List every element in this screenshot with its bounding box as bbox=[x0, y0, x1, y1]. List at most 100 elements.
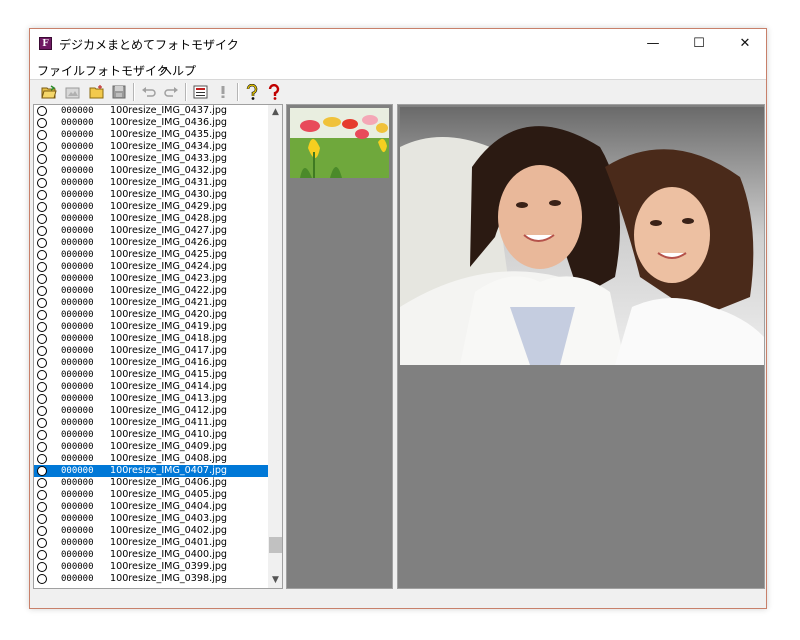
list-item[interactable]: 000000 100resize_IMG_0408.jpg bbox=[34, 453, 282, 465]
list-item[interactable]: 000000 100resize_IMG_0410.jpg bbox=[34, 429, 282, 441]
list-item[interactable]: 000000 100resize_IMG_0405.jpg bbox=[34, 489, 282, 501]
list-item[interactable]: 000000 100resize_IMG_0431.jpg bbox=[34, 177, 282, 189]
menu-file[interactable]: ファイル bbox=[37, 62, 85, 79]
radio-icon[interactable] bbox=[37, 130, 47, 140]
list-item[interactable]: 000000 100resize_IMG_0422.jpg bbox=[34, 285, 282, 297]
new-folder-icon[interactable] bbox=[88, 83, 106, 101]
radio-icon[interactable] bbox=[37, 466, 47, 476]
radio-icon[interactable] bbox=[37, 226, 47, 236]
list-item[interactable]: 000000 100resize_IMG_0425.jpg bbox=[34, 249, 282, 261]
list-item[interactable]: 000000 100resize_IMG_0424.jpg bbox=[34, 261, 282, 273]
radio-icon[interactable] bbox=[37, 406, 47, 416]
radio-icon[interactable] bbox=[37, 382, 47, 392]
list-item[interactable]: 000000 100resize_IMG_0421.jpg bbox=[34, 297, 282, 309]
list-item[interactable]: 000000 100resize_IMG_0403.jpg bbox=[34, 513, 282, 525]
radio-icon[interactable] bbox=[37, 442, 47, 452]
radio-icon[interactable] bbox=[37, 346, 47, 356]
list-item[interactable]: 000000 100resize_IMG_0412.jpg bbox=[34, 405, 282, 417]
preview-panel[interactable] bbox=[397, 104, 765, 589]
list-item[interactable]: 000000 100resize_IMG_0419.jpg bbox=[34, 321, 282, 333]
radio-icon[interactable] bbox=[37, 430, 47, 440]
list-item[interactable]: 000000 100resize_IMG_0401.jpg bbox=[34, 537, 282, 549]
list-item[interactable]: 000000 100resize_IMG_0413.jpg bbox=[34, 393, 282, 405]
list-item[interactable]: 000000 100resize_IMG_0400.jpg bbox=[34, 549, 282, 561]
radio-icon[interactable] bbox=[37, 502, 47, 512]
radio-icon[interactable] bbox=[37, 298, 47, 308]
radio-icon[interactable] bbox=[37, 370, 47, 380]
list-item[interactable]: 000000 100resize_IMG_0399.jpg bbox=[34, 561, 282, 573]
app-icon[interactable]: F bbox=[39, 37, 52, 50]
radio-icon[interactable] bbox=[37, 274, 47, 284]
tulip-thumbnail[interactable] bbox=[290, 108, 389, 178]
radio-icon[interactable] bbox=[37, 310, 47, 320]
list-item[interactable]: 000000 100resize_IMG_0423.jpg bbox=[34, 273, 282, 285]
radio-icon[interactable] bbox=[37, 574, 47, 584]
radio-icon[interactable] bbox=[37, 190, 47, 200]
radio-icon[interactable] bbox=[37, 562, 47, 572]
radio-icon[interactable] bbox=[37, 166, 47, 176]
open-image-icon[interactable] bbox=[64, 83, 82, 101]
open-folder-icon[interactable] bbox=[40, 83, 58, 101]
list-item[interactable]: 000000 100resize_IMG_0415.jpg bbox=[34, 369, 282, 381]
radio-icon[interactable] bbox=[37, 454, 47, 464]
help-icon[interactable] bbox=[243, 83, 261, 101]
list-item[interactable]: 000000 100resize_IMG_0435.jpg bbox=[34, 129, 282, 141]
radio-icon[interactable] bbox=[37, 334, 47, 344]
list-item[interactable]: 000000 100resize_IMG_0407.jpg bbox=[34, 465, 282, 477]
radio-icon[interactable] bbox=[37, 262, 47, 272]
list-icon[interactable] bbox=[192, 83, 210, 101]
menu-photomosaic[interactable]: フォトモザイク bbox=[85, 62, 169, 79]
list-item[interactable]: 000000 100resize_IMG_0429.jpg bbox=[34, 201, 282, 213]
list-item[interactable]: 000000 100resize_IMG_0426.jpg bbox=[34, 237, 282, 249]
radio-icon[interactable] bbox=[37, 238, 47, 248]
list-item[interactable]: 000000 100resize_IMG_0434.jpg bbox=[34, 141, 282, 153]
list-item[interactable]: 000000 100resize_IMG_0417.jpg bbox=[34, 345, 282, 357]
context-help-icon[interactable] bbox=[265, 83, 283, 101]
list-item[interactable]: 000000 100resize_IMG_0404.jpg bbox=[34, 501, 282, 513]
radio-icon[interactable] bbox=[37, 538, 47, 548]
title-bar[interactable]: F デジカメまとめてフォトモザイク — ☐ ✕ bbox=[30, 29, 766, 59]
scroll-up-icon[interactable]: ▲ bbox=[268, 105, 282, 120]
vertical-scrollbar[interactable]: ▲ ▼ bbox=[268, 105, 282, 588]
radio-icon[interactable] bbox=[37, 142, 47, 152]
list-item[interactable]: 000000 100resize_IMG_0437.jpg bbox=[34, 105, 282, 117]
list-item[interactable]: 000000 100resize_IMG_0416.jpg bbox=[34, 357, 282, 369]
list-item[interactable]: 000000 100resize_IMG_0414.jpg bbox=[34, 381, 282, 393]
list-item[interactable]: 000000 100resize_IMG_0411.jpg bbox=[34, 417, 282, 429]
radio-icon[interactable] bbox=[37, 250, 47, 260]
list-item[interactable]: 000000 100resize_IMG_0418.jpg bbox=[34, 333, 282, 345]
radio-icon[interactable] bbox=[37, 478, 47, 488]
radio-icon[interactable] bbox=[37, 106, 47, 116]
thumbnail-panel[interactable] bbox=[286, 104, 393, 589]
radio-icon[interactable] bbox=[37, 202, 47, 212]
maximize-button[interactable]: ☐ bbox=[676, 29, 722, 59]
list-item[interactable]: 000000 100resize_IMG_0427.jpg bbox=[34, 225, 282, 237]
radio-icon[interactable] bbox=[37, 550, 47, 560]
close-button[interactable]: ✕ bbox=[722, 29, 768, 59]
exclamation-icon[interactable] bbox=[214, 83, 232, 101]
list-item[interactable]: 000000 100resize_IMG_0436.jpg bbox=[34, 117, 282, 129]
radio-icon[interactable] bbox=[37, 526, 47, 536]
list-item[interactable]: 000000 100resize_IMG_0398.jpg bbox=[34, 573, 282, 585]
list-item[interactable]: 000000 100resize_IMG_0402.jpg bbox=[34, 525, 282, 537]
list-item[interactable]: 000000 100resize_IMG_0406.jpg bbox=[34, 477, 282, 489]
radio-icon[interactable] bbox=[37, 490, 47, 500]
radio-icon[interactable] bbox=[37, 358, 47, 368]
radio-icon[interactable] bbox=[37, 154, 47, 164]
menu-help[interactable]: ヘルプ bbox=[160, 62, 196, 79]
radio-icon[interactable] bbox=[37, 214, 47, 224]
undo-icon[interactable] bbox=[140, 83, 158, 101]
list-item[interactable]: 000000 100resize_IMG_0430.jpg bbox=[34, 189, 282, 201]
radio-icon[interactable] bbox=[37, 178, 47, 188]
radio-icon[interactable] bbox=[37, 322, 47, 332]
scroll-thumb[interactable] bbox=[269, 537, 282, 553]
radio-icon[interactable] bbox=[37, 418, 47, 428]
radio-icon[interactable] bbox=[37, 394, 47, 404]
list-item[interactable]: 000000 100resize_IMG_0433.jpg bbox=[34, 153, 282, 165]
radio-icon[interactable] bbox=[37, 118, 47, 128]
radio-icon[interactable] bbox=[37, 514, 47, 524]
file-list[interactable]: 000000 100resize_IMG_0437.jpg 000000 100res… bbox=[33, 104, 283, 589]
radio-icon[interactable] bbox=[37, 286, 47, 296]
save-icon[interactable] bbox=[110, 83, 128, 101]
list-item[interactable]: 000000 100resize_IMG_0428.jpg bbox=[34, 213, 282, 225]
